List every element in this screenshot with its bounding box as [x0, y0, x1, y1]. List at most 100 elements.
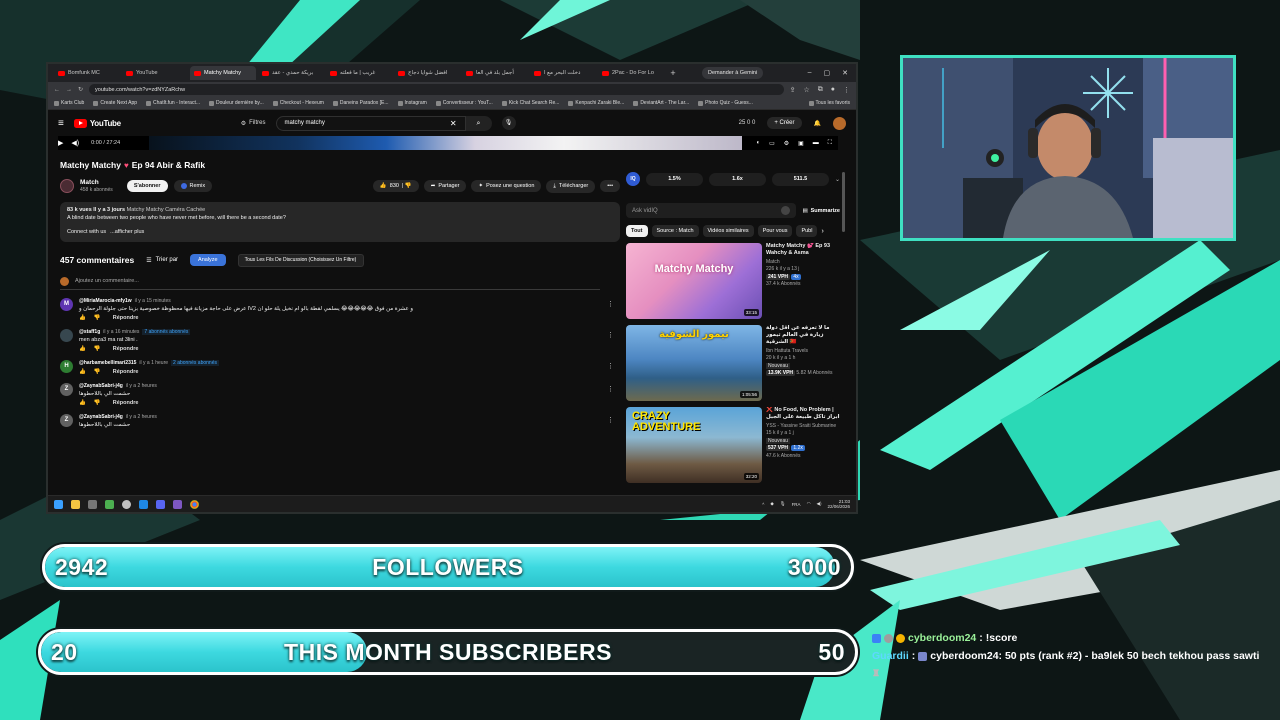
bookmark-item[interactable]: Douleur dernière by... — [209, 100, 264, 106]
reply-button[interactable]: Répondre — [113, 315, 139, 321]
thumbs-up-icon[interactable]: 👍 — [79, 346, 86, 352]
reload-icon[interactable]: ↻ — [78, 86, 83, 93]
like-button[interactable]: 👍 830 | 👎 — [372, 180, 419, 192]
ask-question-button[interactable]: ✦ Posez une question — [471, 180, 542, 192]
bookmark-item[interactable]: Photo Quiz - Guess... — [698, 100, 753, 106]
video-thumbnail[interactable]: تيمور الشوفية 1:05:56 — [626, 325, 762, 401]
recommended-channel[interactable]: YSS - Yassine Sraiti Submarine — [766, 423, 840, 429]
reply-button[interactable]: Répondre — [113, 400, 139, 406]
bookmark-item[interactable]: DeviantArt - The Lar... — [633, 100, 689, 106]
language-indicator[interactable]: FRA — [792, 502, 801, 507]
menu-icon[interactable]: ⋮ — [843, 86, 850, 94]
tab-youtube[interactable]: YouTube — [122, 66, 188, 80]
youtube-logo[interactable]: YouTube — [73, 118, 121, 128]
bookmark-item[interactable]: Convertisseur : YouT... — [435, 100, 493, 106]
tray-app-icon[interactable]: ◆ — [770, 501, 773, 507]
steam-icon[interactable] — [139, 499, 148, 509]
chip-source[interactable]: Source : Match — [651, 225, 699, 237]
miniplayer-icon[interactable]: ▣ — [798, 140, 804, 147]
tab-bomfunk[interactable]: Bomfunk MC — [54, 66, 120, 80]
thumbs-down-icon[interactable]: | 👎 — [402, 183, 412, 189]
file-explorer-icon[interactable] — [71, 499, 80, 509]
clear-search-icon[interactable]: ✕ — [450, 119, 457, 128]
add-comment-row[interactable]: Ajoutez un commentaire... — [60, 276, 600, 290]
thumbs-up-icon[interactable]: 👍 — [79, 400, 86, 406]
volume-icon[interactable]: ◀) — [71, 139, 79, 147]
thumbs-down-icon[interactable]: 👎 — [94, 315, 101, 321]
description-box[interactable]: 83 k vues Il y a 3 jours Matchy Matchy C… — [60, 202, 620, 242]
voice-search-button[interactable]: 🎙 — [501, 116, 516, 130]
bookmark-item[interactable]: Kick Chat Search Re... — [501, 100, 559, 106]
filters-button[interactable]: ⚙ Filtres — [241, 120, 266, 127]
remix-button[interactable]: Remix — [173, 180, 213, 192]
recommended-video-title[interactable]: Matchy Matchy 💕 Ep 93 Wahchy & Asma — [766, 243, 840, 257]
maximize-icon[interactable]: ▢ — [824, 69, 831, 77]
windows-start-icon[interactable] — [54, 499, 63, 509]
download-button[interactable]: ⤓ Télécharger — [546, 179, 596, 193]
forward-icon[interactable]: → — [66, 87, 72, 93]
analyze-button[interactable]: Analyze — [190, 254, 226, 267]
minimize-icon[interactable]: – — [808, 69, 812, 77]
tab-4[interactable]: بريكة حمدي - عقد — [258, 66, 324, 80]
more-actions-button[interactable]: ••• — [600, 180, 620, 192]
play-icon[interactable]: ▶ — [58, 139, 63, 147]
subtitles-icon[interactable]: ▭ — [769, 140, 775, 147]
comment-more-icon[interactable]: ⋮ — [607, 300, 614, 308]
video-frame[interactable] — [149, 136, 743, 150]
store-icon[interactable] — [88, 499, 97, 509]
gemini-button[interactable]: Demander à Gemini — [702, 67, 764, 79]
bookmark-item[interactable]: Karts Club — [54, 100, 84, 106]
tab-matchy-matchy[interactable]: Matchy Matchy — [190, 66, 256, 80]
clock[interactable]: 21:03 22/06/2026 — [827, 499, 850, 510]
hamburger-menu-icon[interactable]: ≡ — [58, 118, 64, 129]
speaker-icon[interactable]: ◀) — [817, 501, 822, 507]
recommended-video-title[interactable]: ما لا تعرفه عن اقل دولة زيارة في العالم … — [766, 325, 840, 346]
new-tab-button[interactable]: + — [666, 68, 680, 78]
fullscreen-icon[interactable]: ⛶ — [828, 140, 832, 147]
comment-more-icon[interactable]: ⋮ — [607, 416, 614, 424]
app-icon[interactable] — [105, 499, 114, 509]
channel-name[interactable]: Match — [80, 179, 113, 186]
settings-gear-icon[interactable]: ⚙ — [784, 140, 789, 147]
tab-5[interactable]: غريب | ما فعلته — [326, 66, 392, 80]
discord-icon[interactable] — [156, 499, 165, 509]
wifi-icon[interactable]: ◠ — [807, 501, 811, 507]
summarize-button[interactable]: ▤ Summarize — [802, 208, 840, 214]
chip-for-you[interactable]: Pour vous — [757, 225, 793, 237]
thumbs-down-icon[interactable]: 👎 — [94, 369, 101, 375]
extensions-icon[interactable]: ⧉ — [818, 86, 823, 94]
star-icon[interactable]: ☆ — [803, 86, 809, 94]
show-more-link[interactable]: ...afficher plus — [110, 229, 144, 235]
bookmark-item[interactable]: Checkout - Hexeum — [272, 100, 324, 106]
bookmark-item[interactable]: Daneins Paradox [E... — [332, 100, 389, 106]
sort-by-button[interactable]: ☰ Trier par — [146, 257, 178, 264]
address-bar[interactable]: youtube.com/watch?v=zdNYZaRchw — [89, 84, 784, 95]
video-thumbnail[interactable]: CRAZY ADVENTURE 32:20 — [626, 407, 762, 483]
comment-more-icon[interactable]: ⋮ — [607, 331, 614, 339]
app-icon[interactable] — [173, 499, 182, 509]
comment-avatar[interactable]: Z — [60, 413, 73, 427]
tab-2pac[interactable]: 2Pac - Do For Lo — [598, 66, 664, 80]
chrome-icon[interactable] — [190, 499, 199, 509]
recommended-video[interactable]: تيمور الشوفية 1:05:56 ما لا تعرفه عن اقل… — [626, 325, 840, 401]
search-input[interactable]: matchy matchy ✕ — [275, 115, 466, 131]
channel-avatar[interactable] — [60, 179, 74, 193]
account-avatar[interactable] — [833, 116, 846, 130]
microphone-icon[interactable]: 🎙 — [780, 501, 786, 507]
chip-similar[interactable]: Vidéos similaires — [702, 225, 754, 237]
tray-chevron-icon[interactable]: ^ — [762, 502, 764, 507]
comment-more-icon[interactable]: ⋮ — [607, 385, 614, 393]
recommended-video[interactable]: CRAZY ADVENTURE 32:20 ❌ No Food, No Prob… — [626, 407, 840, 483]
chevron-down-icon[interactable]: ⌄ — [835, 176, 840, 183]
bookmark-item[interactable]: Instagram — [397, 100, 427, 106]
chip-more[interactable]: Publ — [796, 225, 818, 237]
notifications-bell-icon[interactable]: 🔔 — [814, 120, 821, 127]
tab-6[interactable]: افضل شوايا دجاج — [394, 66, 460, 80]
profile-icon[interactable]: ● — [831, 86, 835, 94]
bookmark-item[interactable]: Kenpachi Zaraki Ble... — [568, 100, 624, 106]
send-icon[interactable] — [781, 206, 791, 215]
back-icon[interactable]: ← — [54, 87, 60, 93]
all-bookmarks[interactable]: Tous les favoris — [808, 100, 850, 106]
recommended-channel[interactable]: Ibn Hattuta Travels — [766, 348, 840, 354]
theater-mode-icon[interactable]: ▬ — [813, 140, 819, 147]
